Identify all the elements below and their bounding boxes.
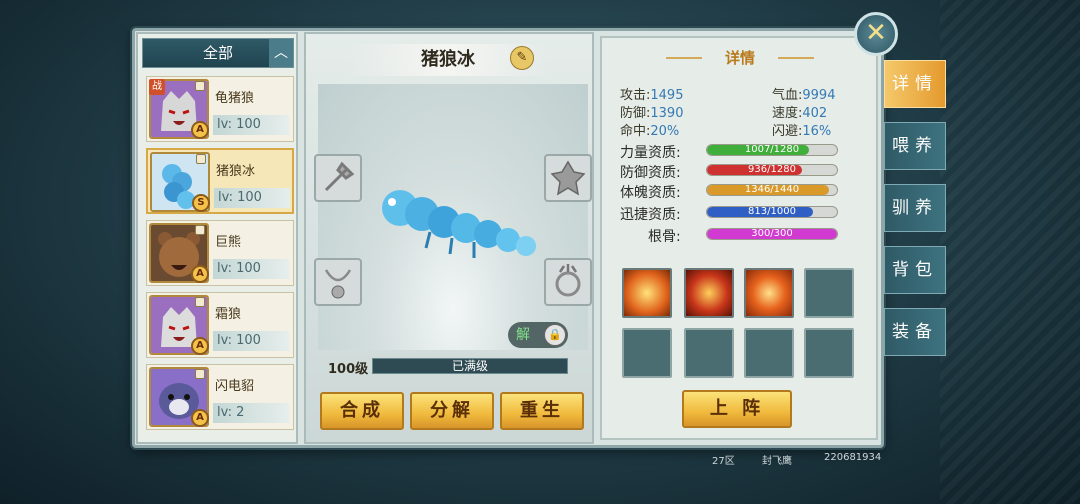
- aptitude-label: 防御资质:: [620, 165, 681, 181]
- details-title: 详情: [660, 46, 820, 70]
- aptitude-label: 迅捷资质:: [620, 207, 681, 223]
- aptitude-label: 力量资质:: [620, 145, 681, 161]
- empty-skill-slot[interactable]: [804, 328, 854, 378]
- battle-flag-icon: 战: [149, 79, 165, 95]
- ice-worm-pet-model: [382, 190, 536, 258]
- pet-list-item[interactable]: 战 A 龟猪狼 lv: 100: [146, 76, 294, 142]
- aptitude-bar: 1346/1440: [706, 184, 838, 196]
- axe-icon: [324, 161, 355, 192]
- equip-slot-necklace[interactable]: [314, 258, 362, 306]
- equip-slot-armor[interactable]: [544, 154, 592, 202]
- player-id: 220681934: [824, 452, 882, 463]
- deploy-button[interactable]: 上 阵: [682, 390, 792, 428]
- player-name: 封飞鹰: [762, 456, 792, 467]
- pet-name: 霜狼: [215, 307, 242, 322]
- aptitude-bar: 300/300: [706, 228, 838, 240]
- tab-details[interactable]: 详情: [884, 60, 946, 108]
- aptitude-label: 体魄资质:: [620, 185, 681, 201]
- fire-claw-skill-icon[interactable]: [744, 268, 794, 318]
- aptitude-bar: 1007/1280: [706, 144, 838, 156]
- lock-icon: [195, 369, 205, 379]
- pet-name: 巨熊: [215, 235, 242, 250]
- equip-slot-weapon[interactable]: [314, 154, 362, 202]
- pet-filter-label: 全部: [202, 44, 233, 62]
- claw-ring-icon: [555, 264, 581, 297]
- stat-dodge: 闪避:16%: [772, 124, 832, 139]
- fire-slash-skill-icon[interactable]: [622, 268, 672, 318]
- unlock-label: 解: [516, 327, 530, 343]
- grade-badge: A: [191, 265, 209, 283]
- lock-icon: [195, 225, 205, 235]
- pet-level-label: 100级: [328, 362, 369, 377]
- rebirth-button[interactable]: 重生: [500, 392, 584, 430]
- grade-badge: A: [191, 337, 209, 355]
- server-zone: 27区: [712, 456, 735, 467]
- pet-level: lv: 100: [213, 259, 289, 279]
- empty-skill-slot[interactable]: [744, 328, 794, 378]
- aptitude-label: 根骨:: [648, 229, 681, 245]
- edit-name-icon[interactable]: ✎: [510, 46, 534, 70]
- pet-name: 龟猪狼: [215, 91, 255, 106]
- pet-name: 猪狼冰: [216, 164, 256, 179]
- tab-bag[interactable]: 背包: [884, 246, 946, 294]
- lock-icon: [196, 154, 206, 164]
- pet-list-item[interactable]: A 巨熊 lv: 100: [146, 220, 294, 286]
- pet-level: lv: 100: [214, 188, 290, 208]
- aptitude-bar: 813/1000: [706, 206, 838, 218]
- close-icon[interactable]: ✕: [854, 12, 898, 56]
- spiked-armor-icon: [550, 160, 586, 196]
- decompose-button[interactable]: 分解: [410, 392, 494, 430]
- pet-list-panel: 全部 ︿ 战 A 龟猪狼 lv: 100 S 猪狼冰 lv: 100 A 巨熊 …: [136, 32, 298, 444]
- background-decoration: [940, 0, 1080, 504]
- grade-badge: A: [191, 121, 209, 139]
- empty-skill-slot[interactable]: [804, 268, 854, 318]
- pet-level: lv: 2: [213, 403, 289, 423]
- pet-list-item[interactable]: A 霜狼 lv: 100: [146, 292, 294, 358]
- tab-train[interactable]: 驯养: [884, 184, 946, 232]
- aptitude-bar: 936/1280: [706, 164, 838, 176]
- necklace-icon: [324, 269, 352, 299]
- empty-skill-slot[interactable]: [684, 328, 734, 378]
- pet-level-bar: 已满级: [372, 358, 568, 374]
- lock-icon: 🔒: [544, 324, 566, 346]
- empty-skill-slot[interactable]: [622, 328, 672, 378]
- stat-attack: 攻击:1495: [620, 88, 684, 103]
- pet-level: lv: 100: [213, 331, 289, 351]
- combine-button[interactable]: 合成: [320, 392, 404, 430]
- lock-icon: [195, 297, 205, 307]
- grade-badge: S: [192, 194, 210, 212]
- pet-name: 闪电貂: [215, 379, 255, 394]
- unlock-toggle[interactable]: 解 🔒: [508, 322, 568, 348]
- grade-badge: A: [191, 409, 209, 427]
- pet-list-item[interactable]: A 闪电貂 lv: 2: [146, 364, 294, 430]
- chevron-up-icon[interactable]: ︿: [269, 39, 293, 67]
- tab-feed[interactable]: 喂养: [884, 122, 946, 170]
- stat-defense: 防御:1390: [620, 106, 684, 121]
- flame-burst-skill-icon[interactable]: [684, 268, 734, 318]
- tab-equip[interactable]: 装备: [884, 308, 946, 356]
- stat-hp: 气血:9994: [772, 88, 836, 103]
- stat-hit: 命中:20%: [620, 124, 680, 139]
- lock-icon: [195, 81, 205, 91]
- pet-list-item-selected[interactable]: S 猪狼冰 lv: 100: [146, 148, 294, 214]
- pet-level: lv: 100: [213, 115, 289, 135]
- pet-filter-dropdown[interactable]: 全部 ︿: [142, 38, 294, 68]
- stat-speed: 速度:402: [772, 106, 828, 121]
- equip-slot-ring[interactable]: [544, 258, 592, 306]
